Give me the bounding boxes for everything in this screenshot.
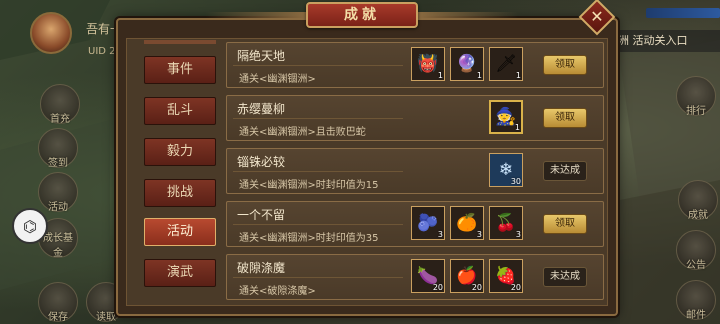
not-achieved-button[interactable]: 未达成: [543, 161, 587, 181]
sign-in-label: 签到: [48, 158, 68, 169]
row-divider: [233, 224, 403, 225]
achievement-desc: 通关<幽渊锢洲>时封印值为15: [239, 180, 379, 191]
tab-challenge[interactable]: 挑战: [144, 179, 216, 207]
achievement-title: 一个不留: [237, 208, 286, 222]
reward-item[interactable]: 🧙 1: [489, 100, 523, 134]
reward-count: 3: [437, 230, 443, 239]
reward-count: 30: [510, 177, 521, 186]
activity-label: 活动: [48, 202, 68, 213]
achievement-row: 赤缨蔓柳 通关<幽渊锢洲>且击败巴蛇 🧙 1 领取: [226, 95, 604, 141]
floating-assist-icon[interactable]: ⌬: [12, 208, 48, 244]
category-tabs: 事件 乱斗 毅力 挑战 活动 演武: [136, 40, 220, 310]
reward-count: 20: [471, 283, 482, 292]
row-divider: [233, 277, 403, 278]
not-achieved-button[interactable]: 未达成: [543, 267, 587, 287]
claim-button[interactable]: 领取: [543, 214, 587, 234]
first-recharge-label: 首充: [50, 114, 70, 125]
reward-count: 3: [476, 230, 482, 239]
tab-martial-drill[interactable]: 演武: [144, 259, 216, 287]
tab-event[interactable]: 事件: [144, 56, 216, 84]
tab-perseverance[interactable]: 毅力: [144, 138, 216, 166]
reward-item[interactable]: 🗡 1: [489, 47, 523, 81]
player-avatar[interactable]: [30, 12, 72, 54]
achievement-label: 成就: [688, 210, 708, 221]
achievement-title: 破隙涤魔: [237, 261, 286, 275]
reward-count: 1: [476, 71, 482, 80]
claim-button[interactable]: 领取: [543, 55, 587, 75]
notice-label: 公告: [686, 260, 706, 271]
reward-item[interactable]: 🍎 20: [450, 259, 484, 293]
achievement-desc: 通关<幽渊锢洲>且击败巴蛇: [239, 127, 366, 138]
achievement-row: 一个不留 通关<幽渊锢洲>时封印值为35 🫐 3 🍊 3 🍒 3 领取: [226, 201, 604, 247]
achievement-desc: 通关<幽渊锢洲>时封印值为35: [239, 233, 379, 244]
reward-item[interactable]: 👹 1: [411, 47, 445, 81]
reward-item[interactable]: 🍊 3: [450, 206, 484, 240]
reward-item[interactable]: 🍆 20: [411, 259, 445, 293]
close-icon[interactable]: ✕: [584, 4, 610, 30]
achievement-desc: 通关<幽渊锢洲>: [239, 74, 316, 85]
reward-count: 20: [432, 283, 443, 292]
achievement-title: 隔绝天地: [237, 49, 286, 63]
sign-in-button[interactable]: 签到: [38, 128, 78, 169]
mail-label: 邮件: [686, 310, 706, 321]
reward-count: 1: [437, 71, 443, 80]
row-divider: [233, 118, 403, 119]
reward-item[interactable]: 🍒 3: [489, 206, 523, 240]
title-right-ornament: [418, 12, 518, 18]
reward-count: 20: [510, 283, 521, 292]
claim-button[interactable]: 领取: [543, 108, 587, 128]
save-label: 保存: [48, 312, 68, 323]
modal-title: 成就: [306, 2, 418, 28]
achievement-row: 破隙涤魔 通关<破隙涤魔> 🍆 20 🍎 20 🍓 20 未达成: [226, 254, 604, 300]
achievement-title: 赤缨蔓柳: [237, 102, 286, 116]
reward-item[interactable]: 🍓 20: [489, 259, 523, 293]
reward-item[interactable]: ❄ 30: [489, 153, 523, 187]
achievement-title: 锱铢必较: [237, 155, 286, 169]
notice-button[interactable]: 公告: [676, 230, 716, 271]
activity-button[interactable]: 活动: [38, 172, 78, 213]
mail-button[interactable]: 邮件: [676, 280, 716, 321]
tab-activity[interactable]: 活动: [144, 218, 216, 246]
achievement-row: 隔绝天地 通关<幽渊锢洲> 👹 1 🔮 1 🗡 1 领取: [226, 42, 604, 88]
first-recharge-button[interactable]: 首充: [40, 84, 80, 125]
achievement-button[interactable]: 成就: [678, 180, 718, 221]
reward-count: 1: [514, 123, 520, 132]
tab-brawl[interactable]: 乱斗: [144, 97, 216, 125]
ranking-label: 排行: [686, 106, 706, 117]
save-button[interactable]: 保存: [38, 282, 78, 323]
row-divider: [233, 65, 403, 66]
reward-count: 3: [515, 230, 521, 239]
event-entry-link[interactable]: 洲 活动关入口: [612, 30, 720, 52]
reward-item[interactable]: 🔮 1: [450, 47, 484, 81]
row-divider: [233, 171, 403, 172]
achievement-desc: 通关<破隙涤魔>: [239, 286, 316, 297]
resource-bar: [646, 8, 720, 18]
reward-count: 1: [515, 71, 521, 80]
title-left-ornament: [206, 12, 306, 18]
ranking-button[interactable]: 排行: [676, 76, 716, 117]
reward-item[interactable]: 🫐 3: [411, 206, 445, 240]
achievement-row: 锱铢必较 通关<幽渊锢洲>时封印值为15 ❄ 30 未达成: [226, 148, 604, 194]
